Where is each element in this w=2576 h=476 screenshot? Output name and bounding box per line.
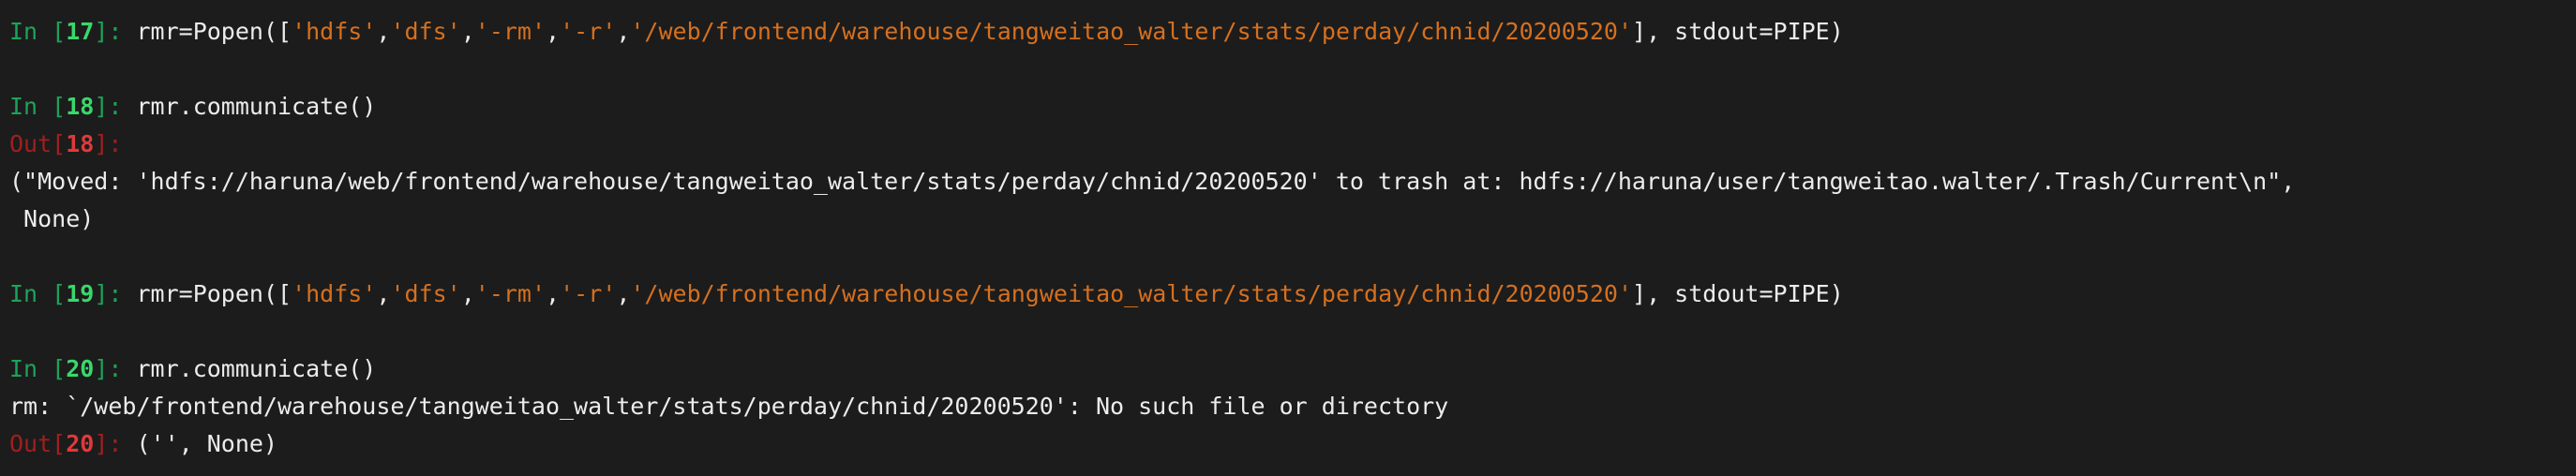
arg-separator: , [546,18,561,45]
out-prompt-label: Out[ [9,130,67,157]
string-arg: '-r' [560,18,617,45]
code-text: rmr.communicate() [136,355,377,382]
out-prompt-number: 18 [66,130,95,157]
in-prompt-label: In [ [9,280,67,307]
string-arg: '-rm' [474,280,547,307]
in-prompt-number: 17 [66,18,95,45]
in-prompt-suffix: ]: [94,93,137,120]
code-prefix: rmr=Popen([ [136,18,292,45]
in-prompt-number: 20 [66,355,95,382]
arg-separator: , [376,18,391,45]
out-prompt-number: 20 [66,430,95,457]
output-prompt-18: Out[18]: [9,126,2576,163]
terminal-output[interactable]: In [17]: rmr=Popen(['hdfs','dfs','-rm','… [9,13,2576,476]
out-prompt-suffix: ]: [94,430,137,457]
string-arg: '/web/frontend/warehouse/tangweitao_walt… [630,18,1633,45]
in-prompt-label: In [ [9,93,67,120]
output-value: ('', None) [136,430,277,457]
arg-separator: , [460,18,475,45]
out-prompt-label: Out[ [9,430,67,457]
arg-separator: , [546,280,561,307]
arg-separator: , [616,18,631,45]
arg-separator: , [460,280,475,307]
string-arg: 'dfs' [390,280,461,307]
string-arg: '-rm' [474,18,547,45]
output-text-line: ("Moved: 'hdfs://haruna/web/frontend/war… [9,168,2296,195]
in-prompt-label: In [ [9,355,67,382]
in-prompt-suffix: ]: [94,18,137,45]
arg-separator: , [616,280,631,307]
in-prompt-number: 19 [66,280,95,307]
string-arg: '/web/frontend/warehouse/tangweitao_walt… [630,280,1633,307]
string-arg: 'hdfs' [292,280,377,307]
string-arg: 'dfs' [390,18,461,45]
stderr-text-line: rm: `/web/frontend/warehouse/tangweitao_… [9,393,1449,420]
output-line-20: Out[20]: ('', None) [9,425,2576,463]
arg-separator: , [376,280,391,307]
in-prompt-number: 18 [66,93,95,120]
out-prompt-suffix: ]: [94,130,123,157]
input-line-18[interactable]: In [18]: rmr.communicate() [9,88,2576,126]
in-prompt-suffix: ]: [94,280,137,307]
output-text-line: None) [9,205,95,232]
string-arg: 'hdfs' [292,18,377,45]
input-line-17[interactable]: In [17]: rmr=Popen(['hdfs','dfs','-rm','… [9,13,2576,51]
code-suffix: ], stdout=PIPE) [1632,280,1844,307]
in-prompt-label: In [ [9,18,67,45]
code-prefix: rmr=Popen([ [136,280,292,307]
string-arg: '-r' [560,280,617,307]
code-text: rmr.communicate() [136,93,377,120]
code-suffix: ], stdout=PIPE) [1632,18,1844,45]
input-line-19[interactable]: In [19]: rmr=Popen(['hdfs','dfs','-rm','… [9,275,2576,313]
input-line-20[interactable]: In [20]: rmr.communicate() [9,350,2576,388]
in-prompt-suffix: ]: [94,355,137,382]
